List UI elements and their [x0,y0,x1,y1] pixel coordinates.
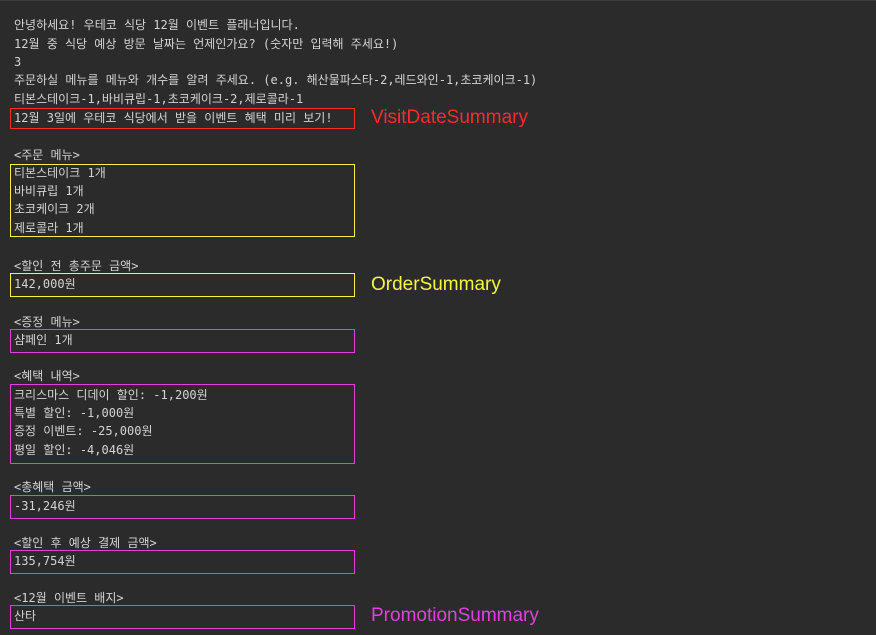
date-input-line: 3 [14,55,22,69]
total-benefit-header: <총혜택 금액> [14,480,91,494]
order-summary-label: OrderSummary [371,274,501,295]
promotion-summary-label: PromotionSummary [371,605,539,626]
badge-box [10,605,355,629]
payment-box [10,550,355,574]
visit-date-summary-box [10,108,355,129]
benefits-box [10,384,355,464]
order-menu-header: <주문 메뉴> [14,148,80,162]
visit-date-summary-label: VisitDateSummary [371,107,528,128]
date-prompt-line: 12월 중 식당 예상 방문 날짜는 언제인가요? (숫자만 입력해 주세요!) [14,37,399,51]
terminal-window: 안녕하세요! 우테코 식당 12월 이벤트 플래너입니다. 12월 중 식당 예… [0,0,876,635]
order-menu-box [10,164,355,237]
total-benefit-box [10,495,355,519]
greeting-line: 안녕하세요! 우테코 식당 12월 이벤트 플래너입니다. [14,18,300,32]
menu-input-line: 티본스테이크-1,바비큐립-1,초코케이크-2,제로콜라-1 [14,92,304,106]
benefits-header: <혜택 내역> [14,369,80,383]
menu-prompt-line: 주문하실 메뉴를 메뉴와 개수를 알려 주세요. (e.g. 해산물파스타-2,… [14,73,538,87]
total-before-box [10,273,355,297]
gift-menu-box [10,329,355,353]
